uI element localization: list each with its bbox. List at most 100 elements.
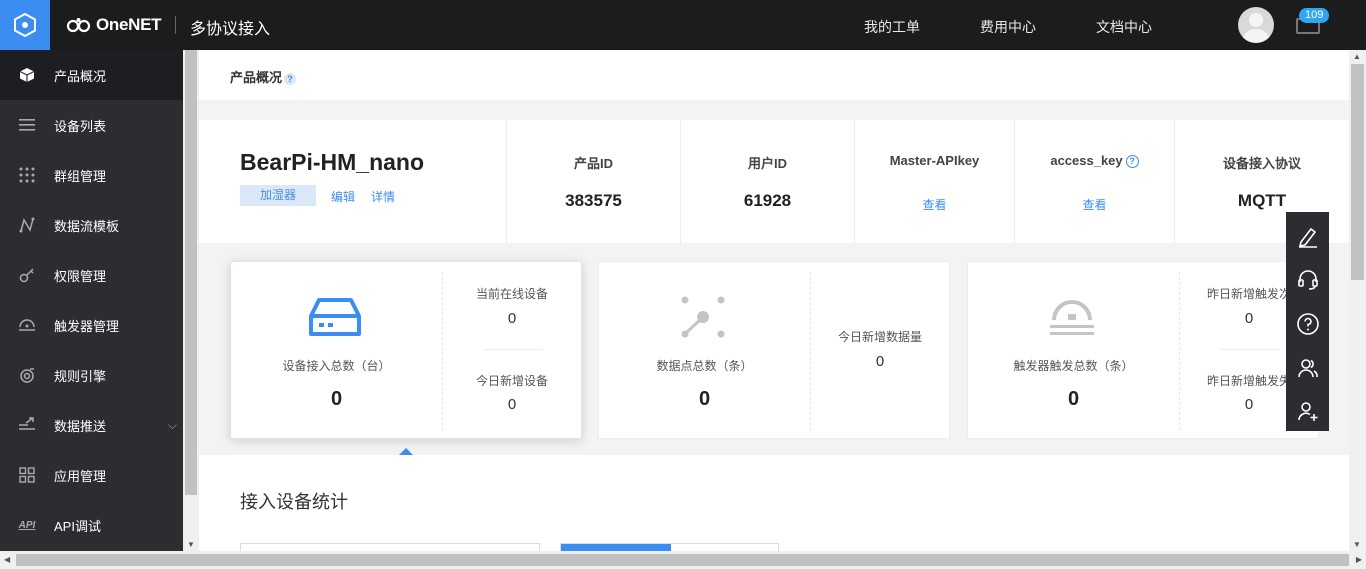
sidebar-scroll-thumb[interactable] [185,50,197,495]
sidebar-item-label: 设备列表 [54,118,107,134]
sidebar-item-label: 应用管理 [54,468,107,484]
date-range-input[interactable] [240,543,540,551]
chevron-down-icon[interactable]: ⌵ [168,418,177,433]
sub-divider [1220,349,1280,350]
main-content: 产品概况? BearPi-HM_nano 加湿器 编辑 详情 产品ID 3835… [199,50,1349,551]
sidebar-item-rule-engine[interactable]: 规则引擎 [0,350,183,400]
sidebar-item-permission-management[interactable]: 权限管理 [0,250,183,300]
sidebar-item-label: 产品概况 [54,68,107,84]
graph-line-icon [0,217,54,233]
device-stats-section: 接入设备统计 [199,455,1349,551]
nav-billing-center[interactable]: 费用中心 [980,17,1036,37]
key-icon [0,267,54,283]
view-master-apikey-link[interactable]: 查看 [855,196,1014,213]
stat-label: 设备接入总数（台） [282,359,391,373]
sub-stat-value: 0 [875,353,885,370]
product-category-tag: 加湿器 [240,185,316,206]
sidebar-item-app-management[interactable]: 应用管理 [0,450,183,500]
info-col-master-apikey: Master-APIkey 查看 [854,120,1014,243]
help-circle-icon[interactable] [1286,302,1329,346]
apps-icon [0,467,54,483]
stat-value: 0 [1067,388,1080,410]
main-scroll-thumb[interactable] [1351,64,1364,280]
sidebar-item-label: 权限管理 [54,268,107,284]
sub-divider [483,349,543,350]
info-col-title: access_key? [1015,153,1174,169]
app-logo-icon[interactable] [0,0,50,50]
avatar[interactable] [1238,7,1274,43]
scroll-left-arrow-icon[interactable]: ◀ [4,555,10,564]
sidebar-item-group-management[interactable]: 群组管理 [0,150,183,200]
grid-dots-icon [0,167,54,183]
stat-card-triggers[interactable]: 触发器触发总数（条） 0 昨日新增触发次 0 昨日新增触发失 0 [967,261,1319,439]
sidebar-item-api-debug[interactable]: API API调试 [0,500,183,550]
trigger-gauge-icon [1044,292,1100,342]
info-col-title: Master-APIkey [889,153,980,168]
help-icon[interactable]: ? [284,72,297,85]
users-icon[interactable] [1286,346,1329,390]
brand-divider [175,16,176,34]
info-col-value: 383575 [565,191,622,210]
scroll-up-arrow-icon[interactable]: ▲ [1353,52,1361,61]
sidebar-item-label: 数据流模板 [54,218,120,234]
floating-toolbar [1286,212,1329,431]
nav-my-tickets[interactable]: 我的工单 [864,17,920,37]
info-col-title: 用户ID [747,156,787,171]
info-col-value: 61928 [743,191,792,210]
period-toggle[interactable] [560,543,779,551]
period-toggle-active[interactable] [561,544,671,551]
product-info-card: BearPi-HM_nano 加湿器 编辑 详情 产品ID 383575 用户I… [199,120,1349,243]
headset-icon[interactable] [1286,258,1329,302]
stat-value: 0 [698,388,711,410]
stat-divider [810,272,811,430]
breadcrumb: 产品概况? [230,67,297,86]
brand-logo[interactable]: OneNET [66,14,162,36]
sidebar-item-data-push[interactable]: 数据推送 ⌵ [0,400,183,450]
sidebar-item-label: 触发器管理 [54,318,120,334]
sub-stat-label: 今日新增设备 [475,374,548,388]
datapoints-icon [675,292,731,342]
edit-link[interactable]: 编辑 [331,188,355,205]
product-name: BearPi-HM_nano [240,149,425,175]
sidebar-item-label: 群组管理 [54,168,107,184]
info-col-value: MQTT [1237,191,1287,210]
info-col-access-key: access_key? 查看 [1014,120,1174,243]
info-col-title: 产品ID [573,156,613,171]
breadcrumb-bar: 产品概况? [199,50,1349,100]
sidebar: 产品概况 设备列表 群组管理 数据流模板 权限管理 触发器管理 规则引擎 数据推… [0,50,183,551]
sidebar-item-datastream-template[interactable]: 数据流模板 [0,200,183,250]
section-title: 接入设备统计 [240,492,348,512]
stat-value: 0 [330,388,343,410]
device-box-icon [307,292,363,342]
sidebar-item-label: API调试 [54,518,101,534]
sub-stat-label: 当前在线设备 [475,287,548,301]
stat-card-datapoints[interactable]: 数据点总数（条） 0 今日新增数据量 0 [598,261,950,439]
list-icon [0,118,54,132]
sidebar-item-trigger-management[interactable]: 触发器管理 [0,300,183,350]
main-scrollbar[interactable]: ▲ ▼ [1349,50,1366,551]
nav-docs-center[interactable]: 文档中心 [1096,17,1152,37]
scroll-down-arrow-icon[interactable]: ▼ [187,540,195,549]
scroll-right-arrow-icon[interactable]: ▶ [1356,555,1362,564]
horizontal-scrollbar[interactable]: ◀ ▶ [0,551,1366,569]
pencil-icon[interactable] [1286,215,1329,259]
api-icon: API [18,519,36,531]
sidebar-scrollbar[interactable]: ▼ [183,50,199,551]
brand-name: OneNET [96,15,162,34]
product-line-title[interactable]: 多协议接入 [190,15,270,39]
engine-icon [0,367,54,383]
stat-card-devices[interactable]: 设备接入总数（台） 0 当前在线设备 0 今日新增设备 0 [230,261,582,439]
info-col-user-id: 用户ID 61928 [680,120,854,243]
sub-stat-value: 0 [507,396,517,413]
add-user-icon[interactable] [1286,389,1329,433]
push-icon [0,417,54,433]
help-icon[interactable]: ? [1125,155,1139,169]
detail-link[interactable]: 详情 [371,188,395,205]
horizontal-scroll-thumb[interactable] [16,554,1349,566]
sidebar-item-product-overview[interactable]: 产品概况 [0,50,183,100]
sidebar-item-device-list[interactable]: 设备列表 [0,100,183,150]
message-count-badge: 109 [1299,8,1330,23]
stat-label: 数据点总数（条） [656,359,753,373]
view-access-key-link[interactable]: 查看 [1015,196,1174,213]
scroll-down-arrow-icon[interactable]: ▼ [1353,540,1361,549]
